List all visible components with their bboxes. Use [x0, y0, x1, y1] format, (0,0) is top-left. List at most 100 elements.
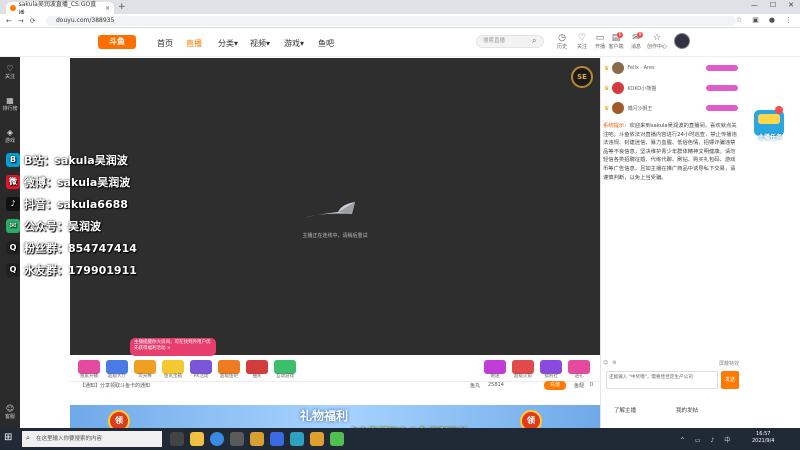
gift-label: 赠送: [490, 374, 500, 379]
noble-badge: [706, 105, 738, 111]
system-tray[interactable]: ^ ▭ ♪ 中: [680, 435, 734, 444]
extensions-icon[interactable]: ▣: [752, 16, 759, 24]
app-icon[interactable]: [270, 432, 284, 446]
gift-icon-4[interactable]: [190, 360, 212, 374]
sidebar-item-rank[interactable]: ▦ 排行榜: [0, 96, 20, 112]
wechat-icon: ✉: [6, 219, 20, 233]
app-icon[interactable]: [310, 432, 324, 446]
user-avatar[interactable]: [674, 33, 690, 49]
app-icon[interactable]: [230, 432, 244, 446]
maximize-icon[interactable]: ☐: [770, 1, 776, 9]
taskbar-clock[interactable]: 16:57 2021/9/4: [752, 431, 774, 445]
chrome-icon[interactable]: [210, 432, 224, 446]
gift-icon-1[interactable]: [106, 360, 128, 374]
header-client[interactable]: ▤ 客户端 6: [607, 32, 625, 50]
menu-icon[interactable]: ⋮: [785, 16, 792, 24]
nav-category[interactable]: 分类▾: [218, 38, 238, 49]
gift-label: 独家开播: [80, 374, 98, 379]
gift-label: 超级大厅: [108, 374, 126, 379]
system-notice: 系统提示：欢迎来到sakula吴润波的直播间，喜欢就点关注吧。斗鱼依法对直播内容…: [603, 123, 737, 181]
channel-watermark-logo: SE: [571, 66, 593, 88]
rank-icon: ▦: [6, 96, 14, 105]
forward-icon[interactable]: →: [18, 17, 24, 25]
emoji-icon[interactable]: ☺: [603, 360, 608, 366]
crown-icon: ♛: [604, 64, 610, 72]
gift-icon-7[interactable]: [274, 360, 296, 374]
header-message[interactable]: ✉ 消息 9: [627, 32, 645, 50]
bilibili-icon: B: [6, 153, 20, 167]
message-badge: 9: [637, 32, 643, 38]
app-icon[interactable]: [290, 432, 304, 446]
gift-label: 抽奖: [252, 374, 262, 379]
activity-label: 主播任务: [757, 134, 782, 141]
send-button[interactable]: 发送: [721, 371, 739, 389]
profile-icon[interactable]: ●: [769, 16, 775, 24]
app-icon[interactable]: [330, 432, 344, 446]
gift-icon-2[interactable]: [134, 360, 156, 374]
gift-label: PK活动: [193, 374, 209, 379]
crown-icon: ♛: [604, 84, 610, 92]
settings-icon[interactable]: ⚙: [612, 360, 616, 366]
chat-toolbar: ☺ ⚙ 屏蔽特效: [603, 357, 739, 369]
nav-game[interactable]: 游戏▾: [284, 38, 304, 49]
promo-popup[interactable]: 主播提醒你大房间，可在找到外用户优先获得福利活动 ×: [130, 338, 216, 356]
right-gift-icon-2[interactable]: [540, 360, 562, 374]
service-icon: ☺: [5, 404, 15, 413]
sidebar-item-game[interactable]: ◈ 游戏: [0, 128, 20, 144]
close-popup-icon[interactable]: ×: [167, 346, 171, 351]
window-controls: — ☐ ✕: [751, 1, 794, 9]
fish-ball-label: 鱼丸: [470, 383, 481, 389]
right-gift-icon-0[interactable]: [484, 360, 506, 374]
tab-about-streamer[interactable]: 了解主播: [614, 406, 636, 414]
close-tab-icon[interactable]: ×: [105, 5, 110, 12]
close-window-icon[interactable]: ✕: [788, 1, 794, 9]
gift-icon-5[interactable]: [218, 360, 240, 374]
recharge-button[interactable]: 充值: [544, 381, 566, 390]
app-icon[interactable]: [250, 432, 264, 446]
client-badge: 6: [617, 32, 623, 38]
rank-row[interactable]: ♛ Felix · Ares: [604, 60, 738, 76]
chat-input[interactable]: 还能输入 "中奖哦"，需要佳佳定生产公司: [606, 371, 718, 389]
minimize-icon[interactable]: —: [751, 1, 758, 9]
task-view-icon[interactable]: [170, 432, 184, 446]
search-icon: ⌕: [26, 434, 30, 442]
sidebar-item-follow[interactable]: ♡ 关注: [0, 64, 20, 80]
taskbar-search-input[interactable]: 在这里输入你要搜索的内容: [22, 431, 162, 447]
browser-tab[interactable]: sakula吴润波直播_CS:GO直播... ×: [6, 1, 114, 17]
header-follow[interactable]: ♡ 关注: [573, 34, 591, 51]
douyu-logo[interactable]: 斗鱼: [98, 35, 136, 49]
gift-icon-0[interactable]: [78, 360, 100, 374]
file-explorer-icon[interactable]: [190, 432, 204, 446]
bookmark-star-icon[interactable]: ☆: [736, 16, 742, 24]
header-creator[interactable]: ☆ 创作中心: [645, 34, 669, 51]
gift-icon-3[interactable]: [162, 360, 184, 374]
heart-icon: ♡: [6, 64, 14, 73]
right-gift-icon-3[interactable]: [568, 360, 590, 374]
tab-my-posts[interactable]: 我的发帖: [676, 406, 698, 414]
qq-icon: Q: [6, 263, 20, 277]
sidebar-item-service[interactable]: ☺ 客服: [0, 404, 20, 420]
nav-home[interactable]: 首页: [157, 38, 173, 49]
nav-video[interactable]: 视频▾: [250, 38, 270, 49]
reload-icon[interactable]: ⟳: [30, 17, 36, 25]
block-effects-toggle[interactable]: 屏蔽特效: [719, 360, 739, 367]
search-icon[interactable]: ⌕: [532, 36, 536, 46]
back-icon[interactable]: ←: [6, 17, 12, 25]
gift-label: 鱼丸宝箱: [164, 374, 182, 379]
gift-icon-6[interactable]: [246, 360, 268, 374]
nav-live[interactable]: 直播: [186, 38, 202, 49]
rank-row[interactable]: ♛ KOKO小熊猫: [604, 80, 738, 96]
nav-fishbar[interactable]: 鱼吧: [318, 38, 334, 49]
gift-label: 超级火箭: [514, 374, 532, 379]
history-icon: ◷: [558, 33, 566, 43]
notice-link[interactable]: 【通知】分享领取斗鱼卡的通知: [80, 382, 150, 389]
rank-row[interactable]: ♛ 傅闪沙狮王: [604, 100, 738, 116]
noble-badge: [706, 85, 738, 91]
fish-fin-label: 鱼翅: [574, 383, 585, 389]
overlay-wechat: ✉ 公众号：吴润波: [6, 218, 101, 234]
start-button[interactable]: ⊞: [4, 432, 12, 443]
header-history[interactable]: ◷ 历史: [553, 33, 571, 51]
url-input[interactable]: douyu.com/388935: [46, 16, 736, 26]
right-gift-icon-1[interactable]: [512, 360, 534, 374]
new-tab-button[interactable]: +: [118, 2, 126, 12]
